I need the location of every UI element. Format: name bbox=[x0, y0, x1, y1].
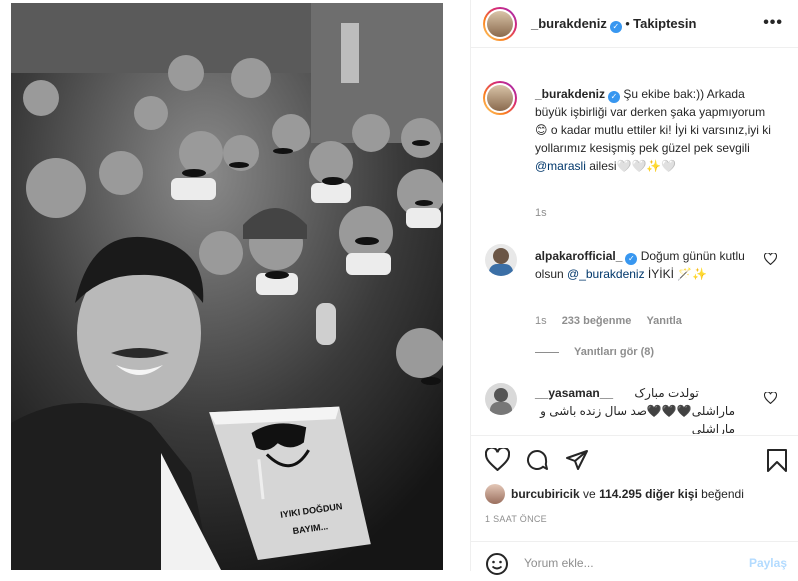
comments-list: _burakdeniz ✓ Şu ekibe bak:)) Arkada büyü… bbox=[471, 49, 798, 434]
caption-username[interactable]: _burakdeniz bbox=[535, 87, 605, 101]
comment-bubble-icon[interactable] bbox=[525, 448, 549, 475]
likes-connector: ve bbox=[583, 487, 596, 501]
comment-time[interactable]: 1s bbox=[535, 315, 547, 327]
comment-line-2: ماراشلی🖤🖤🖤صد سال زنده باشی و bbox=[540, 404, 735, 418]
comment-mention[interactable]: @_burakdeniz bbox=[567, 267, 645, 281]
caption: _burakdeniz ✓ Şu ekibe bak:)) Arkada büyü… bbox=[535, 85, 775, 175]
story-ring[interactable] bbox=[483, 7, 517, 41]
comment-likes[interactable]: 233 beğenme bbox=[562, 315, 632, 327]
reply-button[interactable]: Yanıtla bbox=[646, 315, 681, 327]
comment-like-heart-icon[interactable] bbox=[763, 391, 778, 407]
caption-mention[interactable]: @marasli bbox=[535, 159, 586, 173]
likes-summary: burcubiricik ve 114.295 diğer kişi beğen… bbox=[485, 484, 744, 504]
caption-text-2: ailesi🤍🤍✨🤍 bbox=[585, 159, 677, 173]
caption-avatar-ring[interactable] bbox=[483, 81, 517, 115]
comment-line-3: ماراشلی bbox=[691, 422, 735, 434]
comment-text-2: İYİKİ 🪄✨ bbox=[644, 267, 708, 281]
emoji-smiley-icon[interactable] bbox=[485, 552, 509, 579]
more-options-icon[interactable]: ••• bbox=[763, 14, 783, 32]
post-photo[interactable]: IYIKI DOĞDUN BAYIM... bbox=[11, 3, 443, 570]
verified-badge-icon: ✓ bbox=[608, 91, 621, 103]
group-selfie-image: IYIKI DOĞDUN BAYIM... bbox=[11, 3, 443, 570]
likes-count[interactable]: 114.295 diğer kişi bbox=[599, 487, 698, 501]
avatar bbox=[485, 9, 515, 39]
caption-avatar bbox=[485, 83, 515, 113]
author-username[interactable]: _burakdeniz bbox=[531, 16, 607, 31]
post-header: _burakdeniz ✓ • Takiptesin ••• bbox=[471, 0, 798, 48]
post-side-panel: _burakdeniz ✓ • Takiptesin ••• _burakdeni… bbox=[470, 0, 798, 575]
liker-avatar[interactable] bbox=[485, 484, 505, 504]
comment-line-1: تولدت مبارک bbox=[634, 386, 699, 400]
comment-username[interactable]: __yasaman__ bbox=[535, 386, 613, 400]
verified-badge-icon: ✓ bbox=[625, 253, 638, 265]
caption-time[interactable]: 1s bbox=[535, 207, 547, 219]
comment-like-heart-icon[interactable] bbox=[763, 252, 778, 268]
comment-meta: 1s 233 beğenme Yanıtla bbox=[535, 315, 682, 327]
commenter-avatar[interactable] bbox=[485, 383, 517, 415]
comment-yasaman: __yasaman__ تولدت مبارک ماراشلی🖤🖤🖤صد سال… bbox=[535, 384, 755, 434]
post-time-ago[interactable]: 1 SAAT ÖNCE bbox=[485, 514, 547, 524]
post-actions: burcubiricik ve 114.295 diğer kişi beğen… bbox=[471, 435, 798, 575]
instagram-post-modal: IYIKI DOĞDUN BAYIM... _burakdeniz ✓ • Tak… bbox=[0, 0, 798, 575]
comment-alpakar: alpakarofficial_ ✓ Doğum günün kutlu olsu… bbox=[535, 247, 755, 283]
verified-badge-icon: ✓ bbox=[609, 21, 622, 33]
share-paper-plane-icon[interactable] bbox=[565, 448, 589, 475]
likes-suffix: beğendi bbox=[701, 487, 744, 501]
comment-username[interactable]: alpakarofficial_ bbox=[535, 249, 622, 263]
save-bookmark-icon[interactable] bbox=[766, 448, 788, 476]
like-heart-icon[interactable] bbox=[484, 446, 511, 474]
liker-username[interactable]: burcubiricik bbox=[511, 487, 580, 501]
view-replies-button[interactable]: Yanıtları gör (8) bbox=[574, 346, 654, 358]
post-comment-button[interactable]: Paylaş bbox=[749, 556, 787, 570]
header-separator: • bbox=[625, 16, 630, 31]
add-comment-bar: Yorum ekle... Paylaş bbox=[471, 541, 798, 581]
follow-state-button[interactable]: Takiptesin bbox=[633, 16, 696, 31]
replies-divider bbox=[535, 352, 559, 353]
comment-input[interactable]: Yorum ekle... bbox=[524, 556, 594, 570]
commenter-avatar[interactable] bbox=[485, 244, 517, 276]
